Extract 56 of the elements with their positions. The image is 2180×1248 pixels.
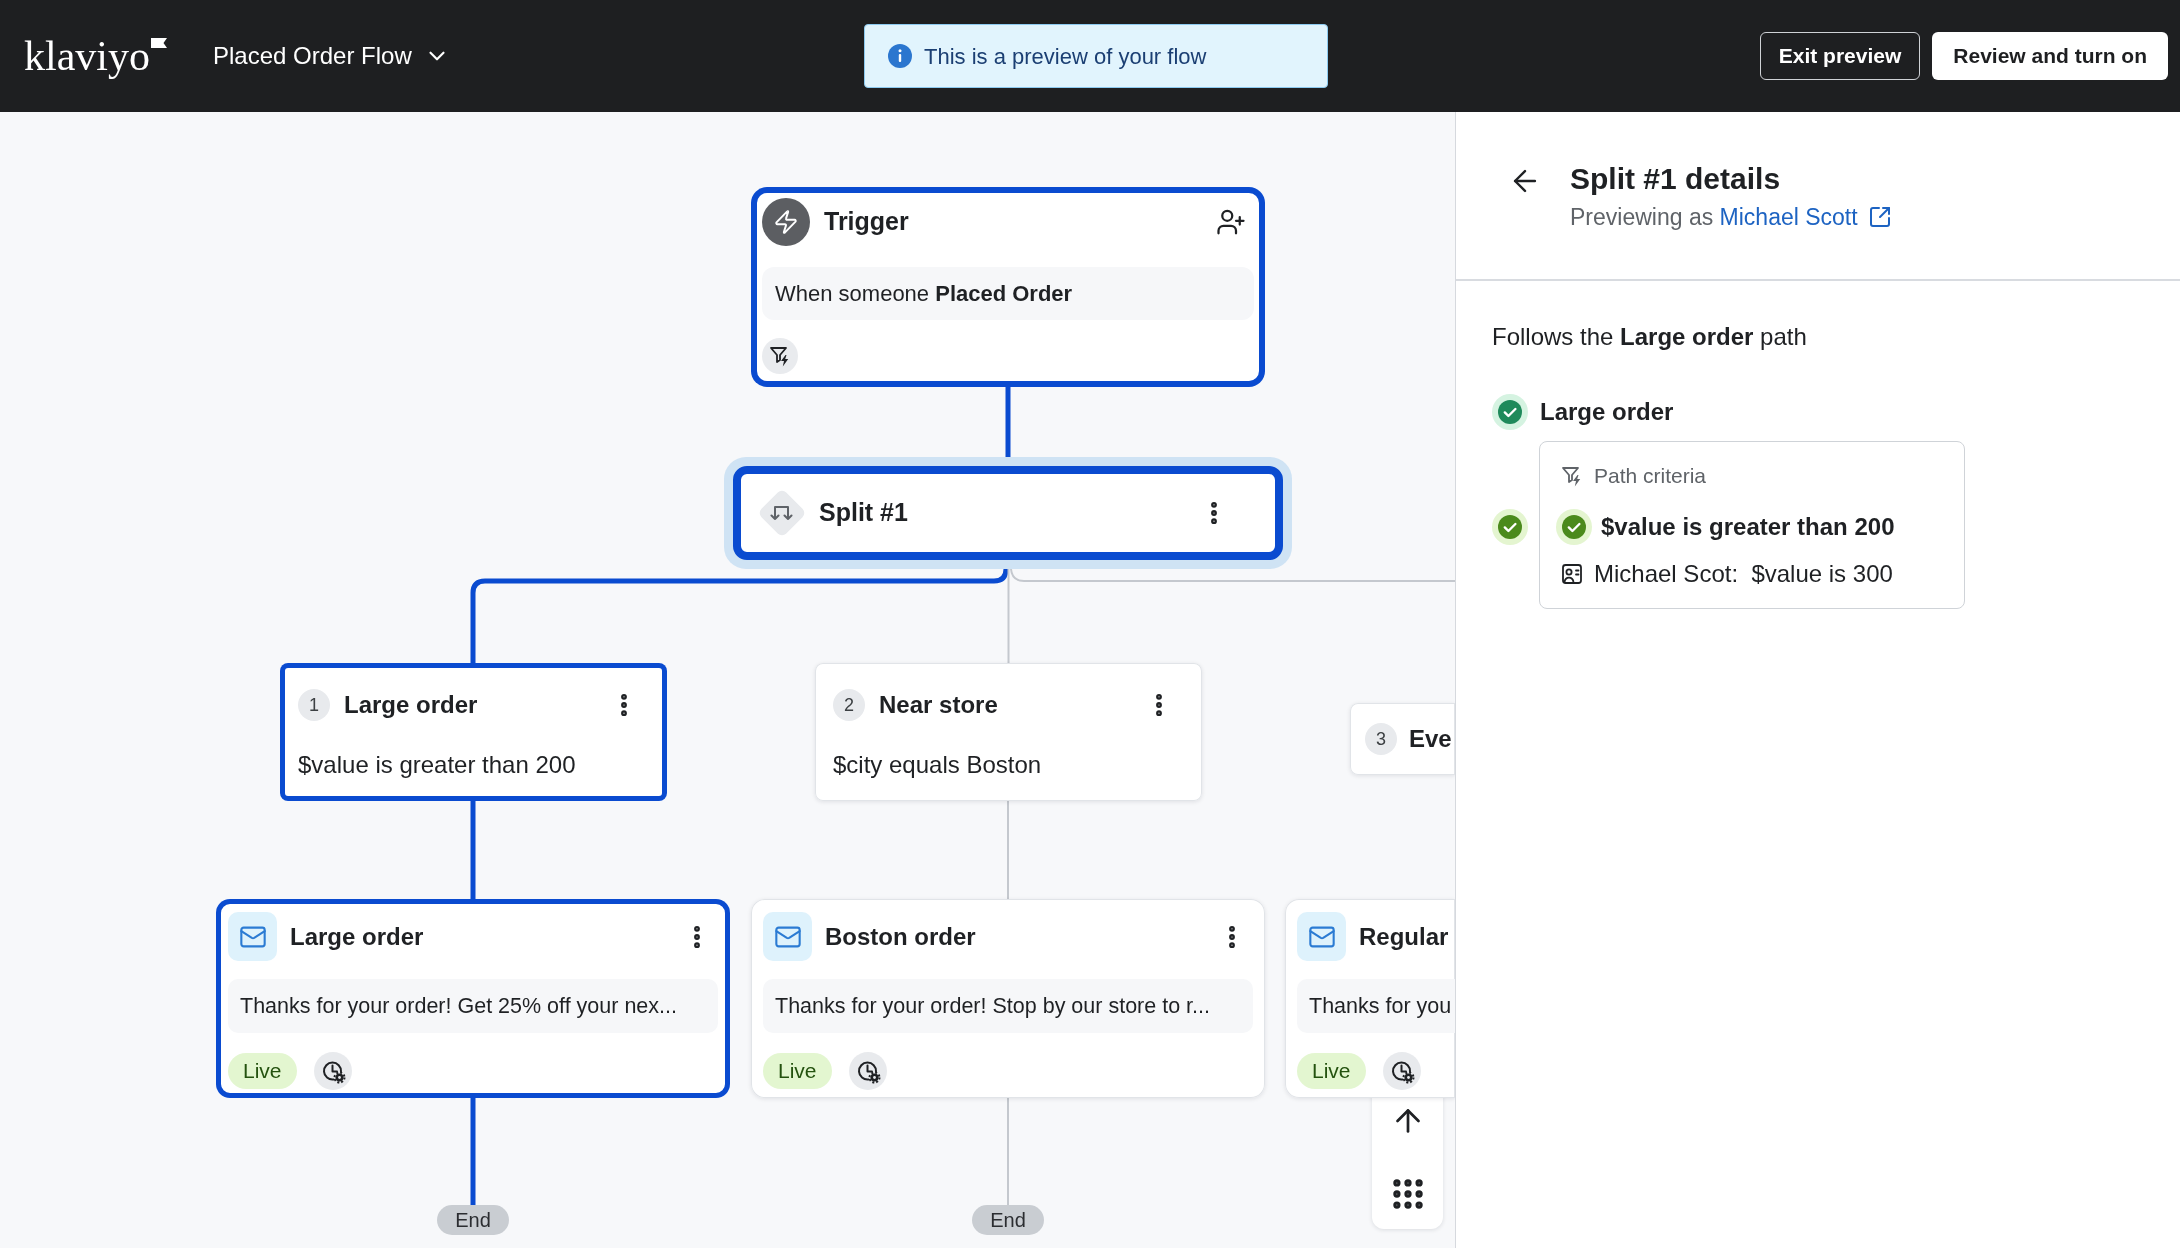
branch-number: 3 xyxy=(1365,723,1397,755)
notice-text: This is a preview of your flow xyxy=(924,42,1207,71)
branch-condition: $value is greater than 200 xyxy=(298,750,576,780)
split-title: Split #1 xyxy=(819,497,908,529)
branch-title: Near store xyxy=(879,690,998,720)
branch-title: Large order xyxy=(344,690,478,720)
status-pill: Live xyxy=(1297,1053,1366,1089)
end-pill: End xyxy=(437,1205,509,1235)
envelope-icon xyxy=(228,912,277,961)
branch-node[interactable]: 1 Large order $value is greater than 200 xyxy=(280,663,667,801)
previewing-text: Previewing as Michael Scott xyxy=(1570,203,1858,232)
trigger-condition: When someone Placed Order xyxy=(762,267,1254,320)
flow-name-dropdown[interactable]: Placed Order Flow xyxy=(213,40,450,72)
branch-node[interactable]: 2 Near store $city equals Boston xyxy=(815,663,1202,801)
branch-number: 1 xyxy=(298,689,330,721)
logo-wordmark[interactable]: klaviyo xyxy=(24,32,150,80)
info-icon xyxy=(888,44,912,68)
clock-gear-icon[interactable] xyxy=(1382,1052,1421,1090)
criterion-result: Michael Scot: $value is 300 xyxy=(1594,559,1893,589)
path-summary: Follows the Large order path xyxy=(1492,322,1807,352)
clock-gear-icon[interactable] xyxy=(313,1052,352,1090)
email-preview: Thanks for you xyxy=(1297,979,1455,1033)
lightning-icon xyxy=(762,198,810,246)
filter-bolt-icon xyxy=(762,338,798,374)
branch-node[interactable]: 3 Eve xyxy=(1350,703,1455,775)
envelope-icon xyxy=(1297,912,1346,961)
envelope-icon xyxy=(763,912,812,961)
trigger-node[interactable]: Trigger When someone Placed Order xyxy=(751,187,1265,387)
email-preview: Thanks for your order! Get 25% off your nex... xyxy=(228,979,718,1033)
add-person-icon[interactable] xyxy=(1216,207,1246,237)
panel-title: Split #1 details xyxy=(1570,162,1782,196)
external-link-icon[interactable] xyxy=(1867,205,1892,229)
branch-condition: $city equals Boston xyxy=(833,750,1042,780)
end-pill: End xyxy=(972,1205,1044,1235)
email-node[interactable]: Boston order Thanks for your order! Stop by our store to r... Live xyxy=(751,899,1265,1098)
contact-card-icon xyxy=(1560,562,1584,586)
email-node[interactable]: Large order Thanks for your order! Get 25% off your nex... Live xyxy=(216,899,730,1098)
email-node[interactable]: Regular Thanks for you Live xyxy=(1285,899,1455,1098)
split-node[interactable]: Split #1 xyxy=(724,457,1292,569)
email-preview: Thanks for your order! Stop by our store to r... xyxy=(763,979,1253,1033)
secondary-button[interactable]: Exit preview xyxy=(1759,32,1921,80)
primary-button[interactable]: Review and turn on xyxy=(1932,32,2168,80)
trigger-title: Trigger xyxy=(824,206,909,238)
email-title: Boston order xyxy=(825,921,976,952)
clock-gear-icon[interactable] xyxy=(848,1052,887,1090)
email-title: Regular xyxy=(1359,921,1449,952)
branch-number: 2 xyxy=(833,689,865,721)
contact-link[interactable]: Michael Scott xyxy=(1719,204,1858,230)
path-name: Large order xyxy=(1540,397,1674,427)
status-pill: Live xyxy=(228,1053,297,1089)
criterion-text: $value is greater than 200 xyxy=(1601,512,1895,542)
flag-icon xyxy=(151,38,167,48)
status-pill: Live xyxy=(763,1053,832,1089)
email-title: Large order xyxy=(290,921,424,952)
criteria-heading: Path criteria xyxy=(1594,463,1707,490)
branch-title: Eve xyxy=(1409,724,1452,754)
